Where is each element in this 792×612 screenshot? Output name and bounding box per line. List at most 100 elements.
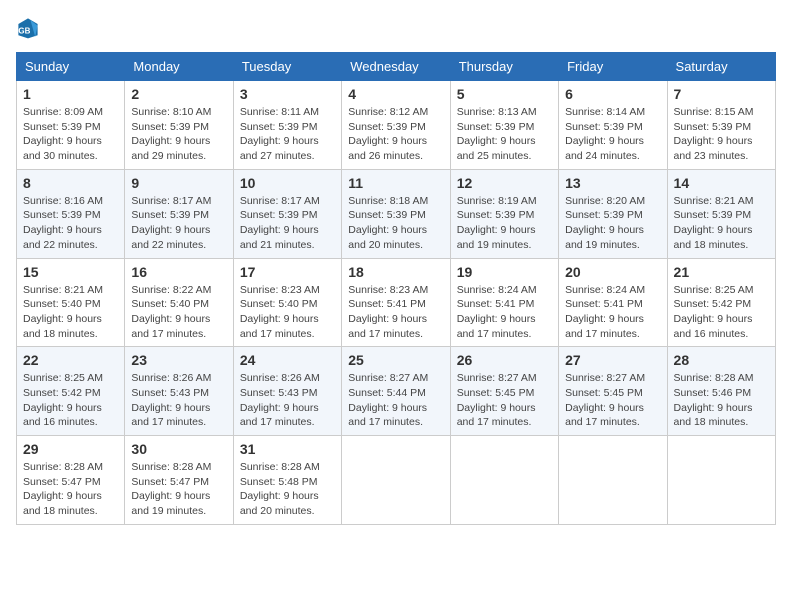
day-number: 5 [457,86,552,102]
day-number: 9 [131,175,226,191]
day-number: 27 [565,352,660,368]
calendar-cell: 18 Sunrise: 8:23 AM Sunset: 5:41 PM Dayl… [342,258,450,347]
day-info: Sunrise: 8:12 AM Sunset: 5:39 PM Dayligh… [348,105,443,164]
logo-icon: GB [16,16,40,40]
day-number: 20 [565,264,660,280]
calendar-cell [342,436,450,525]
day-info: Sunrise: 8:24 AM Sunset: 5:41 PM Dayligh… [565,283,660,342]
weekday-header-tuesday: Tuesday [233,53,341,81]
day-number: 22 [23,352,118,368]
day-number: 12 [457,175,552,191]
calendar-cell [559,436,667,525]
day-number: 26 [457,352,552,368]
day-info: Sunrise: 8:24 AM Sunset: 5:41 PM Dayligh… [457,283,552,342]
day-info: Sunrise: 8:17 AM Sunset: 5:39 PM Dayligh… [131,194,226,253]
calendar-cell: 30 Sunrise: 8:28 AM Sunset: 5:47 PM Dayl… [125,436,233,525]
day-info: Sunrise: 8:27 AM Sunset: 5:45 PM Dayligh… [565,371,660,430]
day-info: Sunrise: 8:25 AM Sunset: 5:42 PM Dayligh… [23,371,118,430]
calendar-cell: 24 Sunrise: 8:26 AM Sunset: 5:43 PM Dayl… [233,347,341,436]
svg-text:GB: GB [18,27,30,36]
day-number: 2 [131,86,226,102]
calendar-cell: 1 Sunrise: 8:09 AM Sunset: 5:39 PM Dayli… [17,81,125,170]
weekday-header-thursday: Thursday [450,53,558,81]
day-info: Sunrise: 8:09 AM Sunset: 5:39 PM Dayligh… [23,105,118,164]
calendar-cell: 20 Sunrise: 8:24 AM Sunset: 5:41 PM Dayl… [559,258,667,347]
day-info: Sunrise: 8:13 AM Sunset: 5:39 PM Dayligh… [457,105,552,164]
calendar-cell: 12 Sunrise: 8:19 AM Sunset: 5:39 PM Dayl… [450,169,558,258]
weekday-header-row: SundayMondayTuesdayWednesdayThursdayFrid… [17,53,776,81]
calendar-cell: 4 Sunrise: 8:12 AM Sunset: 5:39 PM Dayli… [342,81,450,170]
day-info: Sunrise: 8:26 AM Sunset: 5:43 PM Dayligh… [131,371,226,430]
day-info: Sunrise: 8:27 AM Sunset: 5:44 PM Dayligh… [348,371,443,430]
day-info: Sunrise: 8:28 AM Sunset: 5:47 PM Dayligh… [23,460,118,519]
weekday-header-friday: Friday [559,53,667,81]
day-number: 21 [674,264,769,280]
day-info: Sunrise: 8:27 AM Sunset: 5:45 PM Dayligh… [457,371,552,430]
calendar-cell: 31 Sunrise: 8:28 AM Sunset: 5:48 PM Dayl… [233,436,341,525]
calendar-cell: 9 Sunrise: 8:17 AM Sunset: 5:39 PM Dayli… [125,169,233,258]
day-number: 29 [23,441,118,457]
weekday-header-monday: Monday [125,53,233,81]
day-number: 6 [565,86,660,102]
calendar-cell: 17 Sunrise: 8:23 AM Sunset: 5:40 PM Dayl… [233,258,341,347]
calendar-cell: 16 Sunrise: 8:22 AM Sunset: 5:40 PM Dayl… [125,258,233,347]
day-info: Sunrise: 8:23 AM Sunset: 5:40 PM Dayligh… [240,283,335,342]
day-info: Sunrise: 8:21 AM Sunset: 5:39 PM Dayligh… [674,194,769,253]
day-info: Sunrise: 8:16 AM Sunset: 5:39 PM Dayligh… [23,194,118,253]
day-info: Sunrise: 8:19 AM Sunset: 5:39 PM Dayligh… [457,194,552,253]
day-number: 14 [674,175,769,191]
day-number: 30 [131,441,226,457]
day-info: Sunrise: 8:18 AM Sunset: 5:39 PM Dayligh… [348,194,443,253]
calendar-cell: 19 Sunrise: 8:24 AM Sunset: 5:41 PM Dayl… [450,258,558,347]
day-info: Sunrise: 8:21 AM Sunset: 5:40 PM Dayligh… [23,283,118,342]
day-number: 19 [457,264,552,280]
day-info: Sunrise: 8:15 AM Sunset: 5:39 PM Dayligh… [674,105,769,164]
calendar-cell [667,436,775,525]
day-number: 31 [240,441,335,457]
day-info: Sunrise: 8:14 AM Sunset: 5:39 PM Dayligh… [565,105,660,164]
day-info: Sunrise: 8:23 AM Sunset: 5:41 PM Dayligh… [348,283,443,342]
day-info: Sunrise: 8:25 AM Sunset: 5:42 PM Dayligh… [674,283,769,342]
week-row-2: 8 Sunrise: 8:16 AM Sunset: 5:39 PM Dayli… [17,169,776,258]
day-info: Sunrise: 8:28 AM Sunset: 5:48 PM Dayligh… [240,460,335,519]
calendar-cell: 11 Sunrise: 8:18 AM Sunset: 5:39 PM Dayl… [342,169,450,258]
week-row-1: 1 Sunrise: 8:09 AM Sunset: 5:39 PM Dayli… [17,81,776,170]
calendar-table: SundayMondayTuesdayWednesdayThursdayFrid… [16,52,776,525]
calendar-cell: 28 Sunrise: 8:28 AM Sunset: 5:46 PM Dayl… [667,347,775,436]
day-number: 3 [240,86,335,102]
day-number: 17 [240,264,335,280]
day-number: 8 [23,175,118,191]
calendar-cell: 15 Sunrise: 8:21 AM Sunset: 5:40 PM Dayl… [17,258,125,347]
calendar-cell: 6 Sunrise: 8:14 AM Sunset: 5:39 PM Dayli… [559,81,667,170]
day-number: 23 [131,352,226,368]
calendar-cell: 22 Sunrise: 8:25 AM Sunset: 5:42 PM Dayl… [17,347,125,436]
day-info: Sunrise: 8:28 AM Sunset: 5:46 PM Dayligh… [674,371,769,430]
day-info: Sunrise: 8:17 AM Sunset: 5:39 PM Dayligh… [240,194,335,253]
calendar-cell [450,436,558,525]
day-number: 16 [131,264,226,280]
week-row-3: 15 Sunrise: 8:21 AM Sunset: 5:40 PM Dayl… [17,258,776,347]
day-info: Sunrise: 8:22 AM Sunset: 5:40 PM Dayligh… [131,283,226,342]
calendar-cell: 26 Sunrise: 8:27 AM Sunset: 5:45 PM Dayl… [450,347,558,436]
day-number: 13 [565,175,660,191]
day-number: 25 [348,352,443,368]
logo: GB [16,16,44,40]
day-number: 24 [240,352,335,368]
calendar-cell: 10 Sunrise: 8:17 AM Sunset: 5:39 PM Dayl… [233,169,341,258]
calendar-cell: 14 Sunrise: 8:21 AM Sunset: 5:39 PM Dayl… [667,169,775,258]
calendar-cell: 25 Sunrise: 8:27 AM Sunset: 5:44 PM Dayl… [342,347,450,436]
weekday-header-saturday: Saturday [667,53,775,81]
calendar-cell: 13 Sunrise: 8:20 AM Sunset: 5:39 PM Dayl… [559,169,667,258]
weekday-header-sunday: Sunday [17,53,125,81]
week-row-4: 22 Sunrise: 8:25 AM Sunset: 5:42 PM Dayl… [17,347,776,436]
day-number: 1 [23,86,118,102]
day-number: 7 [674,86,769,102]
calendar-cell: 23 Sunrise: 8:26 AM Sunset: 5:43 PM Dayl… [125,347,233,436]
calendar-cell: 2 Sunrise: 8:10 AM Sunset: 5:39 PM Dayli… [125,81,233,170]
day-info: Sunrise: 8:20 AM Sunset: 5:39 PM Dayligh… [565,194,660,253]
calendar-cell: 3 Sunrise: 8:11 AM Sunset: 5:39 PM Dayli… [233,81,341,170]
calendar-cell: 8 Sunrise: 8:16 AM Sunset: 5:39 PM Dayli… [17,169,125,258]
calendar-cell: 29 Sunrise: 8:28 AM Sunset: 5:47 PM Dayl… [17,436,125,525]
header: GB [16,16,776,40]
day-info: Sunrise: 8:28 AM Sunset: 5:47 PM Dayligh… [131,460,226,519]
